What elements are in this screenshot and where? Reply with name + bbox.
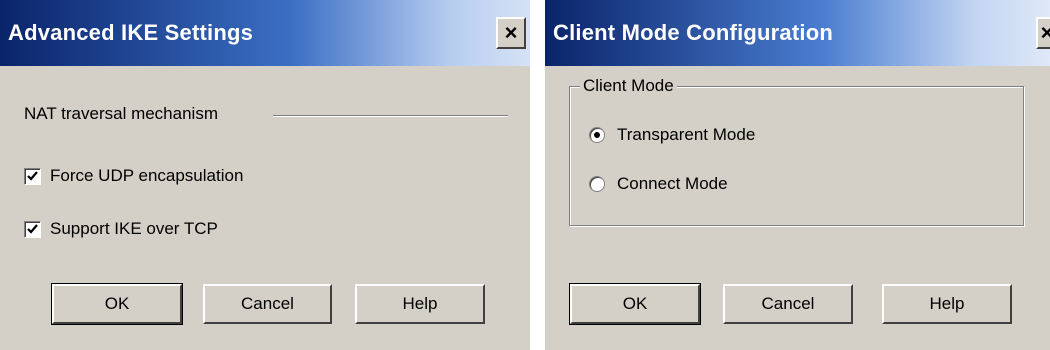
close-icon: ×: [1040, 20, 1050, 45]
ok-button[interactable]: OK: [569, 283, 701, 325]
close-button[interactable]: ×: [496, 17, 526, 49]
transparent-mode-radio[interactable]: [589, 127, 605, 143]
checkmark-icon: [27, 171, 38, 181]
connect-mode-radio[interactable]: [589, 176, 605, 192]
force-udp-label: Force UDP encapsulation: [50, 166, 244, 185]
title-bar: Advanced IKE Settings ×: [0, 0, 530, 66]
connect-mode-label: Connect Mode: [617, 174, 728, 193]
close-icon: ×: [504, 20, 518, 45]
checkmark-icon: [27, 224, 38, 234]
help-button[interactable]: Help: [882, 284, 1012, 324]
cancel-button[interactable]: Cancel: [203, 284, 332, 324]
dialog-title: Client Mode Configuration: [553, 20, 833, 45]
transparent-mode-label: Transparent Mode: [617, 125, 756, 144]
dialog-title: Advanced IKE Settings: [8, 20, 254, 45]
close-button[interactable]: ×: [1036, 17, 1050, 49]
client-mode-groupbox: [569, 86, 1024, 226]
client-mode-configuration-dialog: Client Mode Configuration × Client Mode …: [545, 0, 1050, 350]
help-button[interactable]: Help: [355, 284, 485, 324]
support-ike-tcp-label: Support IKE over TCP: [50, 219, 218, 238]
nat-traversal-label: NAT traversal mechanism: [24, 104, 218, 123]
radio-selected-dot: [594, 132, 600, 138]
title-bar: Client Mode Configuration ×: [545, 0, 1050, 66]
section-separator: [273, 115, 508, 117]
ok-button[interactable]: OK: [51, 283, 183, 325]
support-ike-tcp-checkbox[interactable]: [24, 221, 41, 238]
advanced-ike-settings-dialog: Advanced IKE Settings × NAT traversal me…: [0, 0, 530, 350]
force-udp-checkbox[interactable]: [24, 168, 41, 185]
cancel-button[interactable]: Cancel: [723, 284, 853, 324]
client-mode-group-label: Client Mode: [580, 76, 677, 96]
